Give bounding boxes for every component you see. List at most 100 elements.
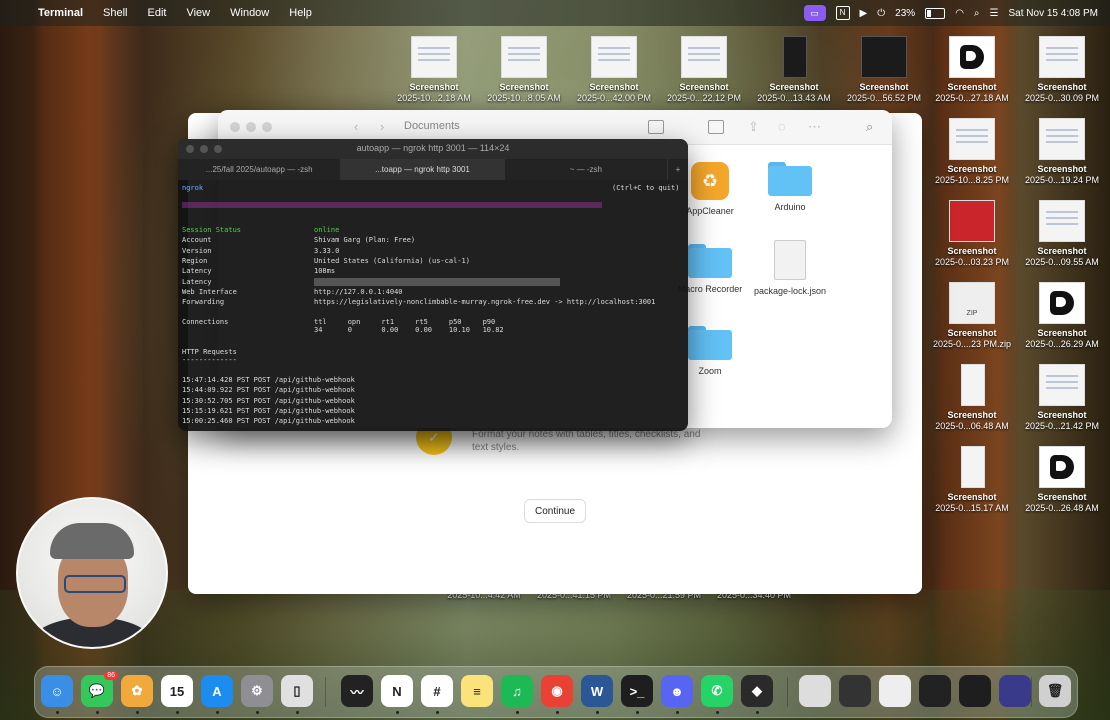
desktop-icon-screenshot[interactable]: Screenshot 2025-0...13.43 AM bbox=[750, 36, 838, 104]
notes-icon[interactable]: ≡ bbox=[461, 675, 493, 707]
terminal-icon[interactable]: >_ bbox=[621, 675, 653, 707]
dock: ☺ 💬 86 ✿ 15 A ⚙ ▯ 〰 N # ≡ ♫ ◉ W >_ ☻ ✆ ◆ 🗑 bbox=[34, 666, 1078, 718]
new-tab-button[interactable]: + bbox=[668, 159, 688, 180]
control-center-icon[interactable]: ☰ bbox=[990, 8, 999, 19]
trash-icon[interactable]: 🗑 bbox=[1039, 675, 1071, 707]
desktop-icon-screenshot[interactable]: Screenshot 2025-0...21.42 PM bbox=[1018, 364, 1106, 432]
desktop-icon-screenshot[interactable]: Screenshot 2025-0...19.24 PM bbox=[1018, 118, 1106, 186]
desktop-icon-screenshot[interactable]: Screenshot 2025-0...26.29 AM bbox=[1018, 282, 1106, 350]
desktop-icon-screenshot[interactable]: Screenshot 2025-0...27.18 AM bbox=[928, 36, 1016, 104]
finder-close-button[interactable] bbox=[230, 122, 240, 132]
desktop-icon-screenshot[interactable]: Screenshot 2025-0...26.48 AM bbox=[1018, 446, 1106, 514]
http-requests-label: HTTP Requests bbox=[182, 348, 237, 356]
finder-zoom-button[interactable] bbox=[262, 122, 272, 132]
clock[interactable]: Sat Nov 15 4:08 PM bbox=[1009, 8, 1099, 19]
status-value: 3.33.0 bbox=[314, 246, 340, 255]
slack-icon[interactable]: # bbox=[421, 675, 453, 707]
desktop-icon-date: 2025-0...09.55 AM bbox=[1025, 257, 1099, 267]
control-icon[interactable]: ⏻ bbox=[877, 8, 885, 19]
finder-item-arduino[interactable]: Arduino bbox=[750, 162, 830, 213]
recent-window-4-icon[interactable] bbox=[919, 675, 951, 707]
recent-window-1-icon[interactable] bbox=[799, 675, 831, 707]
menu-window[interactable]: Window bbox=[230, 7, 269, 19]
chrome-icon[interactable]: ◉ bbox=[541, 675, 573, 707]
share-icon[interactable]: ⇪ bbox=[748, 119, 759, 135]
desktop-icon-name: Screenshot bbox=[947, 328, 997, 338]
desktop-icon-name: Screenshot bbox=[947, 492, 997, 502]
apple-menu-icon[interactable] bbox=[14, 6, 28, 20]
search-icon[interactable]: ⌕ bbox=[866, 119, 873, 135]
word-icon[interactable]: W bbox=[581, 675, 613, 707]
terminal-window[interactable]: autoapp — ngrok http 3001 — 114×24 ...25… bbox=[178, 139, 688, 431]
photos-icon[interactable]: ✿ bbox=[121, 675, 153, 707]
menu-help[interactable]: Help bbox=[289, 7, 312, 19]
finder-icon[interactable]: ☺ bbox=[41, 675, 73, 707]
whatsapp-icon[interactable]: ✆ bbox=[701, 675, 733, 707]
recent-window-6-icon[interactable] bbox=[999, 675, 1031, 707]
recent-window-2-icon[interactable] bbox=[839, 675, 871, 707]
terminal-tab[interactable]: ...toapp — ngrok http 3001 bbox=[341, 159, 505, 180]
desktop-icon-screenshot[interactable]: Screenshot 2025-0...56.52 PM bbox=[840, 36, 928, 104]
menu-shell[interactable]: Shell bbox=[103, 7, 127, 19]
activity-monitor-icon[interactable]: 〰 bbox=[341, 675, 373, 707]
more-icon[interactable]: ⋯ bbox=[808, 119, 821, 135]
cursor-icon[interactable]: ◆ bbox=[741, 675, 773, 707]
terminal-content[interactable]: ngrok (Ctrl+C to quit) Session Status onl… bbox=[178, 180, 688, 431]
webcam-overlay[interactable] bbox=[16, 497, 168, 649]
dock-separator bbox=[325, 677, 326, 707]
notion-menu-icon[interactable]: N bbox=[835, 6, 850, 20]
desktop-icon-screenshot[interactable]: Screenshot 2025-0...06.48 AM bbox=[928, 364, 1016, 432]
desktop-icon-screenshot[interactable]: Screenshot 2025-10...2.18 AM bbox=[390, 36, 478, 104]
status-key: Region bbox=[182, 256, 208, 265]
desktop-icon-screenshot[interactable]: Screenshot 2025-0...30.09 PM bbox=[1018, 36, 1106, 104]
app-store-icon[interactable]: A bbox=[201, 675, 233, 707]
desktop-icon-screenshot[interactable]: Screenshot2025-0....23 PM.zip bbox=[928, 282, 1016, 350]
forward-icon[interactable]: › bbox=[380, 119, 384, 134]
screen-recording-icon[interactable]: ▭ bbox=[803, 5, 826, 21]
desktop-icon-screenshot[interactable]: Screenshot 2025-0...15.17 AM bbox=[928, 446, 1016, 514]
recent-window-3-icon[interactable] bbox=[879, 675, 911, 707]
finder-minimize-button[interactable] bbox=[246, 122, 256, 132]
request-log-line: 15:44:09.922 PST POST /api/github-webhoo… bbox=[182, 386, 355, 395]
continue-button[interactable]: Continue bbox=[524, 499, 586, 523]
tag-icon[interactable]: ◌ bbox=[778, 119, 786, 134]
messages-icon[interactable]: 💬 86 bbox=[81, 671, 118, 707]
desktop-icon-screenshot[interactable]: Screenshot 2025-10...8.25 PM bbox=[928, 118, 1016, 186]
system-settings-icon[interactable]: ⚙ bbox=[241, 675, 273, 707]
running-indicator bbox=[136, 711, 139, 714]
notion-icon[interactable]: N bbox=[381, 675, 413, 707]
discord-icon[interactable]: ☻ bbox=[661, 675, 693, 707]
wifi-icon[interactable]: ◠ bbox=[955, 8, 964, 19]
menu-app-name[interactable]: Terminal bbox=[38, 7, 83, 19]
desktop-icon-screenshot[interactable]: Screenshot 2025-0...42.00 PM bbox=[570, 36, 658, 104]
play-icon[interactable]: ▶ bbox=[860, 8, 868, 19]
spotify-icon[interactable]: ♫ bbox=[501, 675, 533, 707]
onboarding-tip: Format your notes with tables, titles, c… bbox=[472, 429, 701, 453]
desktop-icon-name: Screenshot bbox=[947, 82, 997, 92]
desktop-icon-screenshot[interactable]: Screenshot 2025-10...8.05 AM bbox=[480, 36, 568, 104]
menu-view[interactable]: View bbox=[186, 7, 210, 19]
recent-window-5-icon[interactable] bbox=[959, 675, 991, 707]
iphone-mirroring-icon[interactable]: ▯ bbox=[281, 675, 313, 707]
finder-item-package-lock[interactable]: package-lock.json bbox=[750, 240, 830, 297]
dock-glyph: ◆ bbox=[752, 683, 762, 698]
desktop-icon-name: Screenshot bbox=[1037, 492, 1087, 502]
terminal-tab[interactable]: ...25/fall 2025/autoapp — -zsh bbox=[178, 159, 342, 180]
desktop-icon-name: Screenshot bbox=[1037, 82, 1087, 92]
screenshot-thumbnail-icon bbox=[681, 36, 727, 78]
terminal-tab[interactable]: ~ — -zsh bbox=[505, 159, 668, 180]
view-grid-icon[interactable] bbox=[648, 120, 664, 134]
group-icon[interactable] bbox=[708, 120, 724, 134]
desktop-icon-screenshot[interactable]: Screenshot 2025-0...09.55 AM bbox=[1018, 200, 1106, 268]
menu-edit[interactable]: Edit bbox=[148, 7, 167, 19]
desktop-icon-screenshot[interactable]: Screenshot 2025-0...22.12 PM bbox=[660, 36, 748, 104]
screenshot-thumbnail-icon bbox=[961, 364, 985, 406]
back-icon[interactable]: ‹ bbox=[354, 119, 358, 134]
battery-icon[interactable] bbox=[925, 7, 946, 19]
status-value: 108ms bbox=[314, 267, 336, 276]
spotlight-icon[interactable]: ⌕ bbox=[974, 8, 980, 19]
screenshot-thumbnail-icon bbox=[411, 36, 457, 78]
calendar-icon[interactable]: 15 bbox=[161, 675, 193, 707]
desktop-icon-screenshot[interactable]: Screenshot 2025-0...03.23 PM bbox=[928, 200, 1016, 268]
dock-glyph: W bbox=[590, 683, 604, 699]
